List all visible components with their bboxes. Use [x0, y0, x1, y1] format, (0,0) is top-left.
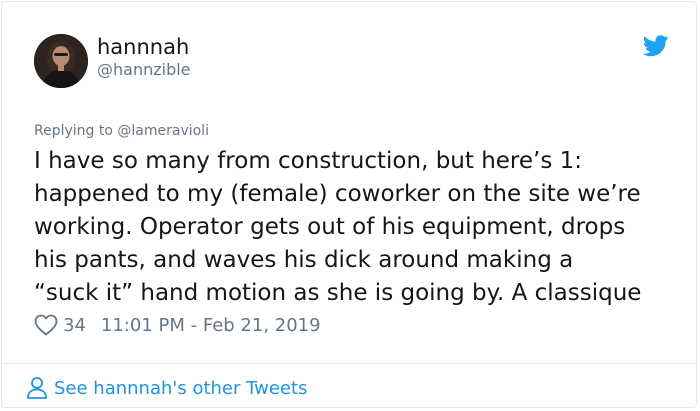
tweet-meta: 34 11:01 PM - Feb 21, 2019 [34, 313, 321, 337]
divider [2, 363, 696, 364]
person-icon [27, 377, 47, 399]
reply-prefix: Replying to [34, 123, 113, 139]
tweet-text-line: his pants, and waves his dick around mak… [34, 247, 574, 273]
avatar[interactable] [34, 34, 88, 88]
twitter-bird-icon[interactable] [642, 35, 669, 57]
tweet-timestamp[interactable]: 11:01 PM - Feb 21, 2019 [101, 315, 321, 336]
tweet-text-line: I have so many from construction, but he… [34, 148, 583, 174]
tweet-text: I have so many from construction, but he… [34, 145, 684, 310]
reply-mention-link[interactable]: @lameravioli [117, 123, 209, 139]
tweet-text-line: working. Operator gets out of his equipm… [34, 214, 626, 240]
heart-icon[interactable] [34, 314, 58, 336]
tweet-card: hannnah @hannzible Replying to @lameravi… [1, 1, 697, 408]
tweet-text-line: “suck it” hand motion as she is going by… [34, 280, 642, 306]
see-other-tweets-label: See hannnah's other Tweets [54, 377, 308, 399]
tweet-text-line: happened to my (female) coworker on the … [34, 181, 641, 207]
display-name[interactable]: hannnah [97, 34, 189, 60]
user-handle[interactable]: @hannzible [97, 60, 191, 80]
like-count: 34 [63, 314, 86, 336]
see-other-tweets-link[interactable]: See hannnah's other Tweets [26, 374, 307, 402]
reply-context: Replying to @lameravioli [34, 121, 209, 141]
avatar-image [34, 34, 88, 88]
